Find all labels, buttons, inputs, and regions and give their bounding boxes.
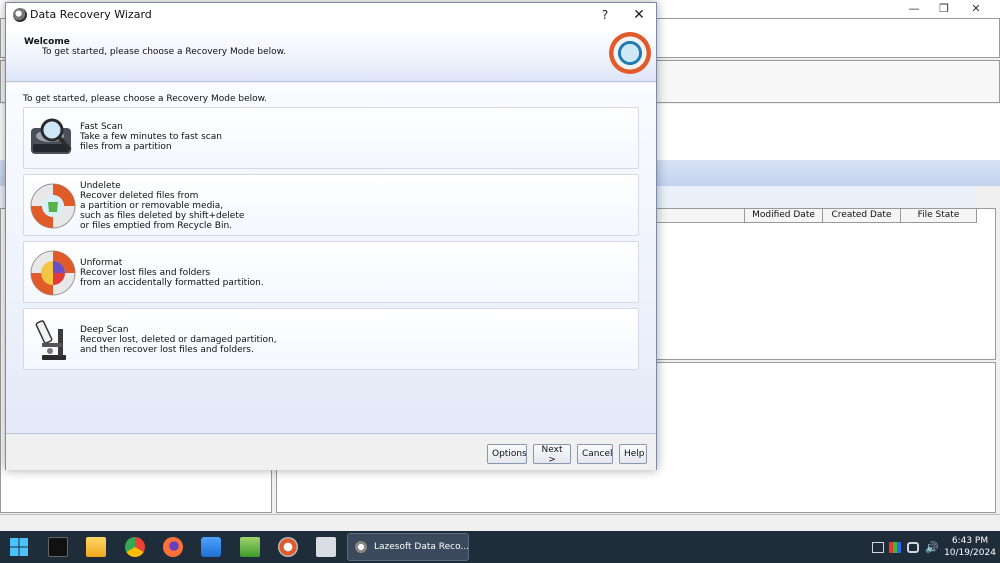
minimize-icon[interactable]: —	[900, 1, 928, 17]
mode-description-line: Recover lost, deleted or damaged partiti…	[80, 335, 277, 345]
lifebuoy-pie-icon	[30, 250, 76, 296]
chrome-icon[interactable]	[125, 537, 145, 557]
app-icon	[13, 8, 27, 22]
next-button[interactable]: Next >	[533, 444, 571, 465]
windows-start-icon[interactable]	[9, 537, 29, 557]
help-icon[interactable]: ?	[594, 5, 616, 25]
drive-magnifier-icon	[31, 118, 72, 154]
taskbar-app-label: Lazesoft Data Reco...	[374, 542, 470, 552]
mode-title: Undelete	[80, 181, 121, 191]
image-editor-icon[interactable]	[240, 537, 260, 557]
clock-date: 10/19/2024	[944, 548, 996, 558]
body-intro-text: To get started, please choose a Recovery…	[23, 94, 268, 104]
wizard-footer: Options Next > Cancel Help	[6, 433, 656, 470]
mode-title: Deep Scan	[80, 325, 129, 335]
microscope-icon	[35, 320, 66, 360]
mode-title: Unformat	[80, 258, 123, 268]
taskbar-active-app[interactable]: Lazesoft Data Reco...	[347, 533, 469, 561]
lifebuoy-globe-icon	[609, 32, 651, 74]
wizard-header: Welcome To get started, please choose a …	[6, 27, 656, 82]
mode-description-line: such as files deleted by shift+delete	[80, 211, 245, 221]
volume-icon[interactable]: 🔊	[925, 542, 939, 553]
column-header-created-date[interactable]: Created Date	[823, 209, 901, 223]
mode-text: Unformat Recover lost files and folders …	[80, 258, 264, 288]
lock-icon[interactable]	[907, 542, 919, 553]
wizard-titlebar: Data Recovery Wizard ? ✕	[6, 3, 656, 27]
mode-description-line: Take a few minutes to fast scan	[80, 132, 222, 142]
cancel-button[interactable]: Cancel	[577, 444, 613, 464]
maximize-icon[interactable]: ❐	[930, 1, 958, 17]
notes-app-icon[interactable]	[201, 537, 221, 557]
mode-description-line: Recover lost files and folders	[80, 268, 211, 278]
close-icon[interactable]: ✕	[962, 1, 990, 17]
background-status-bar	[0, 514, 1000, 531]
clock[interactable]: 6:43 PM 10/19/2024	[944, 535, 996, 559]
lifebuoy-recycle-icon	[30, 183, 76, 229]
mode-description-line: and then recover lost files and folders.	[80, 345, 254, 355]
network-icon[interactable]	[872, 542, 884, 553]
mode-text: Undelete Recover deleted files from a pa…	[80, 181, 244, 231]
mode-card-undelete[interactable]: Undelete Recover deleted files from a pa…	[23, 174, 639, 236]
terminal-icon[interactable]	[48, 537, 68, 557]
mode-description-line: files from a partition	[80, 142, 172, 152]
mode-title: Fast Scan	[80, 122, 123, 132]
recovery-app-icon[interactable]	[278, 537, 298, 557]
options-button[interactable]: Options	[487, 444, 527, 464]
firefox-icon[interactable]	[163, 537, 183, 557]
mode-text: Deep Scan Recover lost, deleted or damag…	[80, 325, 277, 355]
calculator-icon[interactable]	[316, 537, 336, 557]
wizard-body: To get started, please choose a Recovery…	[6, 83, 656, 433]
mode-description-line: Recover deleted files from	[80, 191, 199, 201]
clock-time: 6:43 PM	[951, 536, 989, 546]
column-header-file-state[interactable]: File State	[901, 209, 977, 223]
file-explorer-icon[interactable]	[86, 537, 106, 557]
data-recovery-wizard-dialog: Data Recovery Wizard ? ✕ Welcome To get …	[5, 2, 657, 470]
column-header-modified-date[interactable]: Modified Date	[745, 209, 823, 223]
header-title: Welcome	[24, 37, 70, 47]
mode-text: Fast Scan Take a few minutes to fast sca…	[80, 122, 222, 152]
mode-description-line: a partition or removable media,	[80, 201, 224, 211]
mode-card-fast-scan[interactable]: Fast Scan Take a few minutes to fast sca…	[23, 107, 639, 169]
mode-card-unformat[interactable]: Unformat Recover lost files and folders …	[23, 241, 639, 303]
taskbar: Lazesoft Data Reco... 🔊 6:43 PM 10/19/20…	[0, 531, 1000, 563]
help-button[interactable]: Help	[619, 444, 647, 464]
display-icon[interactable]	[889, 542, 901, 553]
wizard-title: Data Recovery Wizard	[30, 8, 152, 21]
lazesoft-app-icon	[354, 540, 368, 554]
header-subtitle: To get started, please choose a Recovery…	[42, 47, 287, 57]
close-icon[interactable]: ✕	[628, 5, 650, 25]
mode-description-line: or files emptied from Recycle Bin.	[80, 221, 233, 231]
mode-card-deep-scan[interactable]: Deep Scan Recover lost, deleted or damag…	[23, 308, 639, 370]
mode-description-line: from an accidentally formatted partition…	[80, 278, 264, 288]
